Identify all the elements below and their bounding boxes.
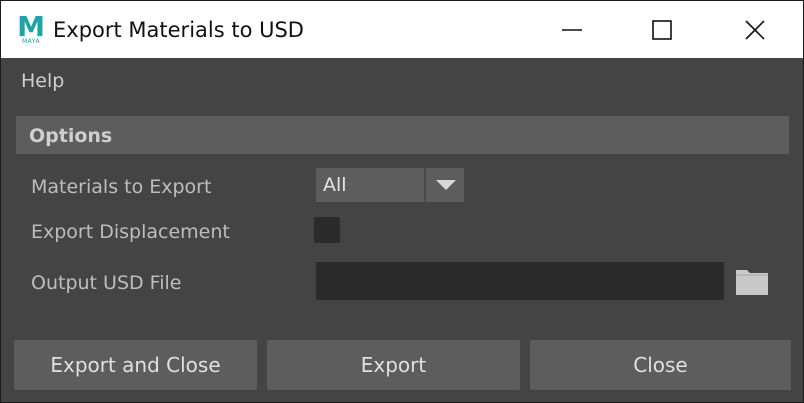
materials-to-export-value: All	[323, 174, 347, 196]
maximize-button[interactable]	[616, 1, 708, 58]
options-section-label: Options	[29, 125, 113, 147]
export-materials-dialog: M MAYA Export Materials to USD Help Opti…	[0, 0, 804, 403]
export-and-close-button[interactable]: Export and Close	[14, 340, 257, 390]
maya-app-icon: M MAYA	[16, 12, 46, 46]
maximize-icon	[652, 20, 672, 40]
menu-bar: Help	[1, 58, 803, 104]
close-icon	[745, 20, 765, 40]
export-displacement-label: Export Displacement	[31, 221, 230, 243]
maya-icon-sub: MAYA	[21, 38, 41, 45]
minimize-button[interactable]	[526, 1, 618, 58]
export-button[interactable]: Export	[267, 340, 520, 390]
close-window-button[interactable]	[709, 1, 801, 58]
title-bar: M MAYA Export Materials to USD	[1, 1, 803, 58]
materials-to-export-dropdown[interactable]: All	[316, 168, 464, 202]
dropdown-divider	[424, 168, 426, 202]
close-button[interactable]: Close	[530, 340, 791, 390]
chevron-down-icon	[436, 180, 456, 190]
folder-icon[interactable]	[735, 266, 769, 296]
options-section-header[interactable]: Options	[16, 116, 789, 154]
output-usd-file-input[interactable]	[316, 262, 724, 300]
output-usd-file-label: Output USD File	[31, 272, 182, 294]
materials-to-export-label: Materials to Export	[31, 176, 212, 198]
minimize-icon	[562, 29, 582, 31]
export-displacement-checkbox[interactable]	[314, 217, 340, 243]
window-title: Export Materials to USD	[53, 18, 304, 42]
menu-help[interactable]: Help	[21, 69, 64, 93]
